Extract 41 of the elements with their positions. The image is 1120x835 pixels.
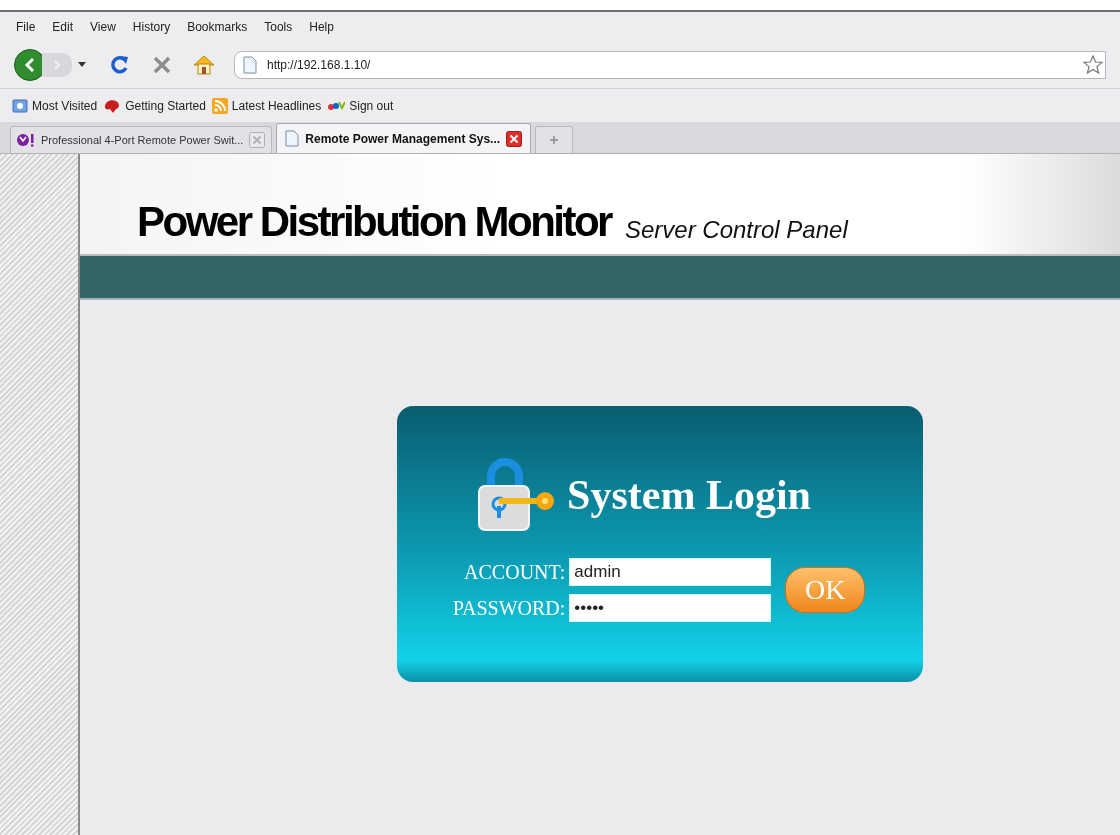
menu-item[interactable]: Help (309, 18, 334, 36)
bookmark-link[interactable]: Latest Headlines (231, 96, 322, 115)
page-icon (285, 130, 300, 147)
stop-icon[interactable] (152, 55, 172, 75)
site-subtitle: Server Control Panel (624, 215, 848, 245)
chevron-left-icon (23, 57, 37, 73)
input-field[interactable]: admin (569, 558, 772, 586)
page-icon (243, 56, 257, 74)
browser-tab[interactable]: Remote Power Management Sys... (276, 123, 532, 153)
chevron-right-icon (53, 59, 61, 71)
field-label: ACCOUNT: (464, 561, 566, 583)
bookmark-link[interactable]: Sign out (349, 96, 394, 115)
bookmark-link[interactable]: Most Visited (32, 96, 98, 115)
star-icon[interactable] (1083, 55, 1103, 75)
padlock-key-icon (475, 458, 556, 532)
folder-icon (12, 98, 28, 113)
reload-icon[interactable] (108, 54, 130, 76)
browser-tab[interactable]: Professional 4-Port Remote Power Swit... (10, 126, 273, 153)
menu-item[interactable]: View (90, 18, 116, 36)
animal-head-icon (103, 97, 122, 114)
menu-item[interactable]: Edit (52, 18, 74, 36)
home-icon[interactable] (192, 54, 216, 76)
logo-icon (327, 99, 346, 112)
input-field[interactable]: ••••• (569, 594, 772, 622)
dropdown-icon[interactable] (78, 62, 86, 68)
menu-item[interactable]: File (16, 18, 36, 36)
field-label: PASSWORD: (452, 597, 566, 619)
address-bar[interactable]: http://192.168.1.10/ (234, 51, 1106, 79)
menu-item[interactable]: Bookmarks (187, 18, 248, 36)
tab-title: Remote Power Management Sys... (305, 130, 501, 148)
close-icon[interactable] (506, 130, 523, 147)
login-title: System Login (567, 470, 811, 520)
site-title: Power Distribution Monitor (137, 198, 611, 246)
feed-icon (211, 97, 228, 114)
menu-item[interactable]: Tools (264, 18, 293, 36)
tab-title: Professional 4-Port Remote Power Swit... (41, 132, 244, 148)
plus-icon (549, 135, 560, 145)
url-text: http://192.168.1.10/ (267, 57, 371, 74)
logo-icon (17, 133, 35, 147)
bookmark-link[interactable]: Getting Started (125, 96, 206, 115)
menu-item[interactable]: History (132, 18, 171, 36)
